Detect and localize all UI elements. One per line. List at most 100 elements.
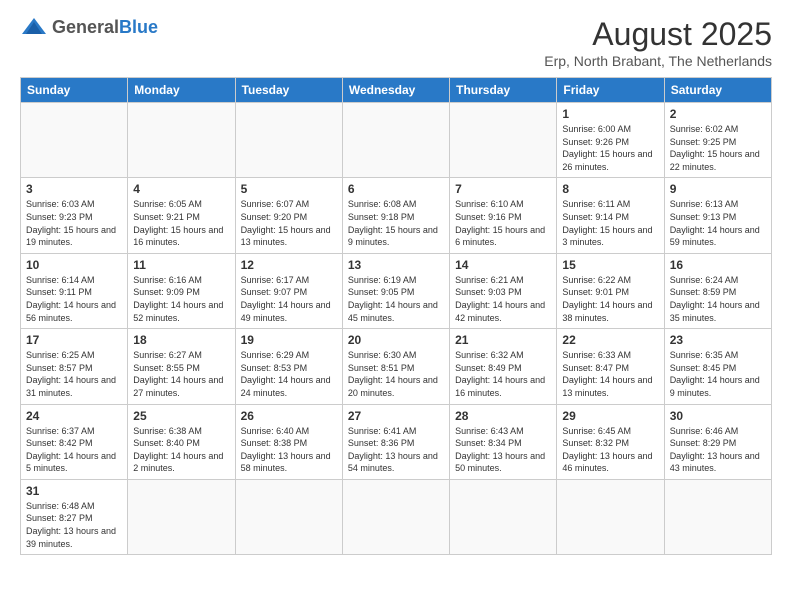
day-info: Sunrise: 6:33 AM Sunset: 8:47 PM Dayligh… — [562, 349, 658, 399]
calendar-cell — [342, 103, 449, 178]
calendar-cell: 1 Sunrise: 6:00 AM Sunset: 9:26 PM Daylig… — [557, 103, 664, 178]
week-row-1: 1 Sunrise: 6:00 AM Sunset: 9:26 PM Daylig… — [21, 103, 772, 178]
day-number: 29 — [562, 409, 658, 423]
calendar-cell: 25Sunrise: 6:38 AM Sunset: 8:40 PM Dayli… — [128, 404, 235, 479]
day-info: Sunrise: 6:11 AM Sunset: 9:14 PM Dayligh… — [562, 198, 658, 248]
day-info: Sunrise: 6:24 AM Sunset: 8:59 PM Dayligh… — [670, 274, 766, 324]
calendar-cell — [128, 103, 235, 178]
day-number: 31 — [26, 484, 122, 498]
day-number: 27 — [348, 409, 444, 423]
day-info: Sunrise: 6:38 AM Sunset: 8:40 PM Dayligh… — [133, 425, 229, 475]
weekday-header-friday: Friday — [557, 78, 664, 103]
day-number: 22 — [562, 333, 658, 347]
title-block: August 2025 Erp, North Brabant, The Neth… — [544, 16, 772, 69]
calendar-cell: 13 Sunrise: 6:19 AM Sunset: 9:05 PM Dayli… — [342, 253, 449, 328]
day-number: 17 — [26, 333, 122, 347]
calendar-cell: 27 Sunrise: 6:41 AM Sunset: 8:36 PM Dayli… — [342, 404, 449, 479]
logo-text: GeneralBlue — [52, 17, 158, 38]
weekday-header-sunday: Sunday — [21, 78, 128, 103]
day-number: 14 — [455, 258, 551, 272]
day-info: Sunrise: 6:32 AM Sunset: 8:49 PM Dayligh… — [455, 349, 551, 399]
day-number: 3 — [26, 182, 122, 196]
calendar-cell: 30 Sunrise: 6:46 AM Sunset: 8:29 PM Dayli… — [664, 404, 771, 479]
calendar-cell: 23Sunrise: 6:35 AM Sunset: 8:45 PM Dayli… — [664, 329, 771, 404]
weekday-header-tuesday: Tuesday — [235, 78, 342, 103]
day-number: 24 — [26, 409, 122, 423]
day-number: 23 — [670, 333, 766, 347]
day-info: Sunrise: 6:19 AM Sunset: 9:05 PM Dayligh… — [348, 274, 444, 324]
calendar-cell — [235, 103, 342, 178]
day-number: 30 — [670, 409, 766, 423]
calendar-cell: 11Sunrise: 6:16 AM Sunset: 9:09 PM Dayli… — [128, 253, 235, 328]
day-info: Sunrise: 6:03 AM Sunset: 9:23 PM Dayligh… — [26, 198, 122, 248]
calendar-cell: 8 Sunrise: 6:11 AM Sunset: 9:14 PM Daylig… — [557, 178, 664, 253]
calendar-cell: 14 Sunrise: 6:21 AM Sunset: 9:03 PM Dayli… — [450, 253, 557, 328]
day-number: 28 — [455, 409, 551, 423]
day-info: Sunrise: 6:43 AM Sunset: 8:34 PM Dayligh… — [455, 425, 551, 475]
week-row-2: 3 Sunrise: 6:03 AM Sunset: 9:23 PM Daylig… — [21, 178, 772, 253]
calendar-cell: 10Sunrise: 6:14 AM Sunset: 9:11 PM Dayli… — [21, 253, 128, 328]
calendar-cell: 12Sunrise: 6:17 AM Sunset: 9:07 PM Dayli… — [235, 253, 342, 328]
day-info: Sunrise: 6:07 AM Sunset: 9:20 PM Dayligh… — [241, 198, 337, 248]
weekday-header-thursday: Thursday — [450, 78, 557, 103]
day-info: Sunrise: 6:30 AM Sunset: 8:51 PM Dayligh… — [348, 349, 444, 399]
day-info: Sunrise: 6:40 AM Sunset: 8:38 PM Dayligh… — [241, 425, 337, 475]
calendar-cell: 9 Sunrise: 6:13 AM Sunset: 9:13 PM Daylig… — [664, 178, 771, 253]
calendar-cell: 15 Sunrise: 6:22 AM Sunset: 9:01 PM Dayli… — [557, 253, 664, 328]
day-info: Sunrise: 6:41 AM Sunset: 8:36 PM Dayligh… — [348, 425, 444, 475]
calendar-cell: 21 Sunrise: 6:32 AM Sunset: 8:49 PM Dayli… — [450, 329, 557, 404]
weekday-header-monday: Monday — [128, 78, 235, 103]
day-info: Sunrise: 6:46 AM Sunset: 8:29 PM Dayligh… — [670, 425, 766, 475]
day-number: 7 — [455, 182, 551, 196]
day-info: Sunrise: 6:05 AM Sunset: 9:21 PM Dayligh… — [133, 198, 229, 248]
calendar-cell — [450, 479, 557, 554]
day-info: Sunrise: 6:22 AM Sunset: 9:01 PM Dayligh… — [562, 274, 658, 324]
day-info: Sunrise: 6:25 AM Sunset: 8:57 PM Dayligh… — [26, 349, 122, 399]
day-number: 8 — [562, 182, 658, 196]
weekday-header-saturday: Saturday — [664, 78, 771, 103]
calendar-cell — [557, 479, 664, 554]
day-number: 1 — [562, 107, 658, 121]
day-number: 5 — [241, 182, 337, 196]
week-row-3: 10Sunrise: 6:14 AM Sunset: 9:11 PM Dayli… — [21, 253, 772, 328]
day-info: Sunrise: 6:37 AM Sunset: 8:42 PM Dayligh… — [26, 425, 122, 475]
calendar-cell: 5 Sunrise: 6:07 AM Sunset: 9:20 PM Daylig… — [235, 178, 342, 253]
day-number: 21 — [455, 333, 551, 347]
calendar-cell: 26Sunrise: 6:40 AM Sunset: 8:38 PM Dayli… — [235, 404, 342, 479]
day-info: Sunrise: 6:08 AM Sunset: 9:18 PM Dayligh… — [348, 198, 444, 248]
calendar-cell — [235, 479, 342, 554]
month-year: August 2025 — [544, 16, 772, 53]
day-info: Sunrise: 6:27 AM Sunset: 8:55 PM Dayligh… — [133, 349, 229, 399]
day-number: 9 — [670, 182, 766, 196]
day-info: Sunrise: 6:29 AM Sunset: 8:53 PM Dayligh… — [241, 349, 337, 399]
logo-icon — [20, 16, 48, 38]
day-info: Sunrise: 6:21 AM Sunset: 9:03 PM Dayligh… — [455, 274, 551, 324]
calendar-cell — [128, 479, 235, 554]
day-number: 15 — [562, 258, 658, 272]
calendar-cell: 4 Sunrise: 6:05 AM Sunset: 9:21 PM Daylig… — [128, 178, 235, 253]
day-number: 4 — [133, 182, 229, 196]
location: Erp, North Brabant, The Netherlands — [544, 53, 772, 69]
calendar-cell: 28 Sunrise: 6:43 AM Sunset: 8:34 PM Dayli… — [450, 404, 557, 479]
day-info: Sunrise: 6:10 AM Sunset: 9:16 PM Dayligh… — [455, 198, 551, 248]
day-info: Sunrise: 6:13 AM Sunset: 9:13 PM Dayligh… — [670, 198, 766, 248]
calendar-cell: 2 Sunrise: 6:02 AM Sunset: 9:25 PM Daylig… — [664, 103, 771, 178]
day-info: Sunrise: 6:02 AM Sunset: 9:25 PM Dayligh… — [670, 123, 766, 173]
day-info: Sunrise: 6:14 AM Sunset: 9:11 PM Dayligh… — [26, 274, 122, 324]
calendar-cell: 17 Sunrise: 6:25 AM Sunset: 8:57 PM Dayli… — [21, 329, 128, 404]
day-number: 13 — [348, 258, 444, 272]
calendar-table: SundayMondayTuesdayWednesdayThursdayFrid… — [20, 77, 772, 555]
calendar-cell — [664, 479, 771, 554]
calendar-cell: 7 Sunrise: 6:10 AM Sunset: 9:16 PM Daylig… — [450, 178, 557, 253]
day-number: 18 — [133, 333, 229, 347]
weekday-header-wednesday: Wednesday — [342, 78, 449, 103]
day-number: 19 — [241, 333, 337, 347]
day-number: 11 — [133, 258, 229, 272]
day-info: Sunrise: 6:00 AM Sunset: 9:26 PM Dayligh… — [562, 123, 658, 173]
day-number: 2 — [670, 107, 766, 121]
calendar-cell: 3 Sunrise: 6:03 AM Sunset: 9:23 PM Daylig… — [21, 178, 128, 253]
week-row-6: 31Sunrise: 6:48 AM Sunset: 8:27 PM Dayli… — [21, 479, 772, 554]
logo: GeneralBlue — [20, 16, 158, 38]
calendar-cell: 31Sunrise: 6:48 AM Sunset: 8:27 PM Dayli… — [21, 479, 128, 554]
week-row-4: 17 Sunrise: 6:25 AM Sunset: 8:57 PM Dayli… — [21, 329, 772, 404]
